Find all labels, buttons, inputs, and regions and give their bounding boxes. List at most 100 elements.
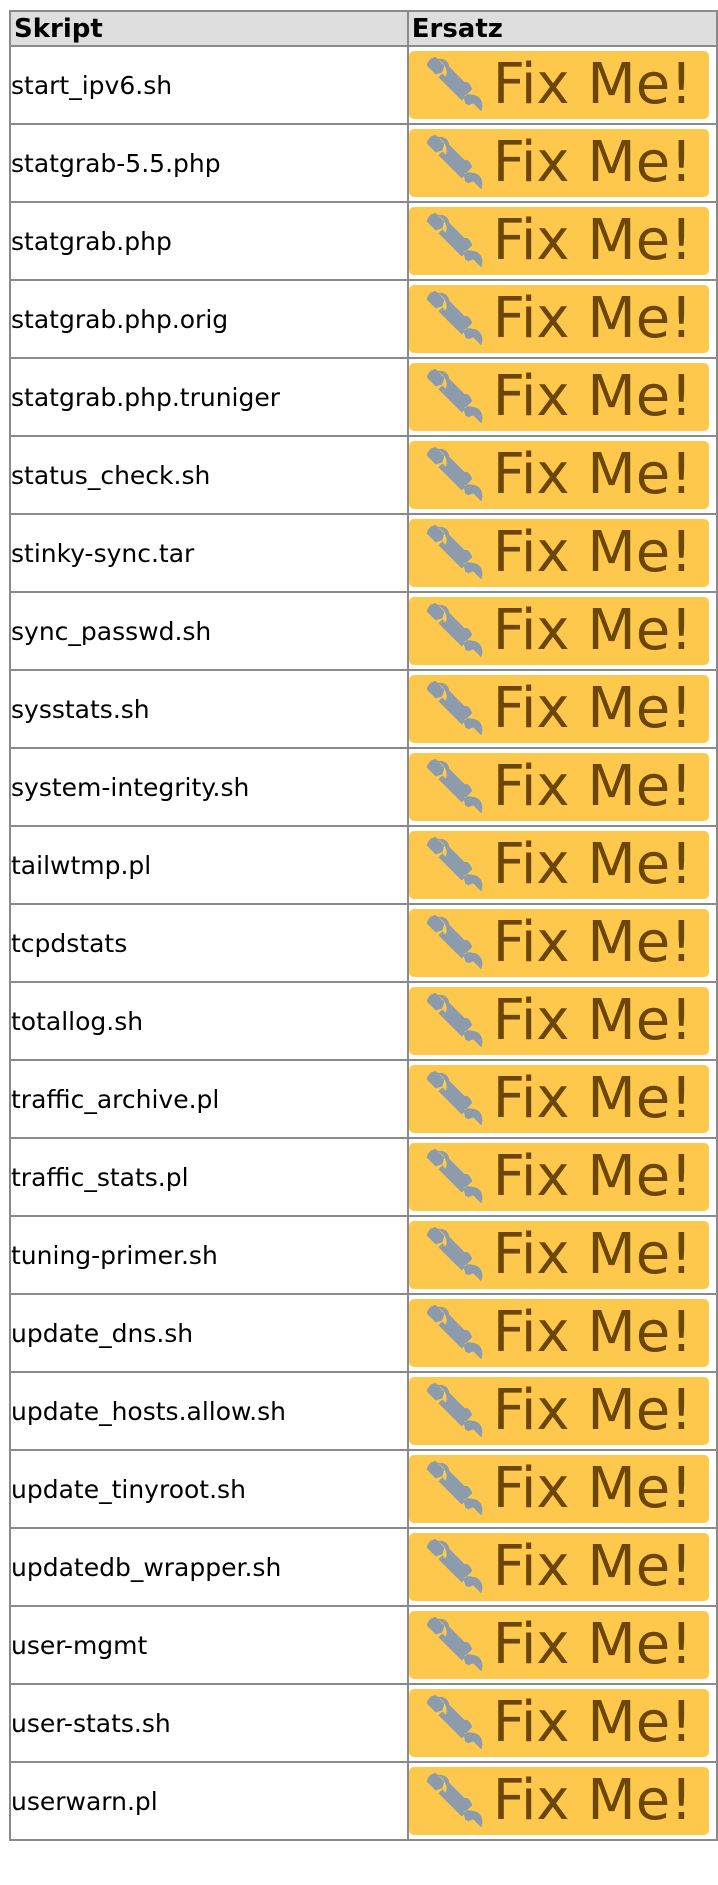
wrench-icon [426,1460,483,1516]
replacement-cell: Fix Me! [406,1371,718,1451]
fixme-label: Fix Me! [492,520,693,585]
fixme-label: Fix Me! [492,676,693,741]
table-row: statgrab.php.orig Fix Me! [9,279,718,359]
fixme-label: Fix Me! [492,1534,693,1599]
replacement-cell: Fix Me! [406,357,718,437]
fixme-label: Fix Me! [492,1066,693,1131]
fixme-label: Fix Me! [492,130,693,195]
fixme-badge: Fix Me! [409,1533,709,1601]
table-row: start_ipv6.sh Fix Me! [9,45,718,125]
script-name: traffic_archive.pl [9,1059,409,1139]
table-row: tcpdstats Fix Me! [9,903,718,983]
table-row: userwarn.pl Fix Me! [9,1761,718,1841]
table-row: sysstats.sh Fix Me! [9,669,718,749]
fixme-badge: Fix Me! [409,363,709,431]
script-name: statgrab-5.5.php [9,123,409,203]
fixme-label: Fix Me! [492,1612,693,1677]
script-name: totallog.sh [9,981,409,1061]
table-row: user-stats.sh Fix Me! [9,1683,718,1763]
wrench-icon [426,446,483,502]
table-row: update_tinyroot.sh Fix Me! [9,1449,718,1529]
fixme-label: Fix Me! [492,286,693,351]
fixme-badge: Fix Me! [409,1767,709,1835]
fixme-label: Fix Me! [492,1690,693,1755]
table-body: start_ipv6.sh Fix Me! statgrab-5.5.php F… [9,45,718,1841]
fixme-label: Fix Me! [492,754,693,819]
wrench-icon [426,992,483,1048]
replacement-cell: Fix Me! [406,1137,718,1217]
wrench-icon [426,368,483,424]
script-name: traffic_stats.pl [9,1137,409,1217]
fixme-label: Fix Me! [492,1378,693,1443]
wrench-icon [426,758,483,814]
replacement-cell: Fix Me! [406,1059,718,1139]
fixme-badge: Fix Me! [409,1143,709,1211]
wrench-icon [426,56,483,112]
replacement-cell: Fix Me! [406,1761,718,1841]
script-name: sysstats.sh [9,669,409,749]
fixme-badge: Fix Me! [409,1455,709,1523]
fixme-badge: Fix Me! [409,519,709,587]
fixme-label: Fix Me! [492,1456,693,1521]
replacement-cell: Fix Me! [406,1527,718,1607]
script-name: tailwtmp.pl [9,825,409,905]
table-row: user-mgmt Fix Me! [9,1605,718,1685]
script-name: updatedb_wrapper.sh [9,1527,409,1607]
table-row: tailwtmp.pl Fix Me! [9,825,718,905]
fixme-label: Fix Me! [492,832,693,897]
header-replacement: Ersatz [406,10,718,47]
wrench-icon [426,290,483,346]
fixme-label: Fix Me! [492,52,693,117]
fixme-badge: Fix Me! [409,1611,709,1679]
script-name: update_tinyroot.sh [9,1449,409,1529]
replacement-cell: Fix Me! [406,669,718,749]
fixme-label: Fix Me! [492,442,693,507]
fixme-badge: Fix Me! [409,909,709,977]
script-name: system-integrity.sh [9,747,409,827]
script-name: tuning-primer.sh [9,1215,409,1295]
table-row: status_check.sh Fix Me! [9,435,718,515]
replacement-cell: Fix Me! [406,1605,718,1685]
fixme-badge: Fix Me! [409,1221,709,1289]
header-script: Skript [9,10,409,47]
fixme-badge: Fix Me! [409,129,709,197]
script-name: user-stats.sh [9,1683,409,1763]
table-header-row: Skript Ersatz [9,10,718,47]
replacement-cell: Fix Me! [406,903,718,983]
wrench-icon [426,1772,483,1828]
wrench-icon [426,1070,483,1126]
wrench-icon [426,1148,483,1204]
table-row: traffic_archive.pl Fix Me! [9,1059,718,1139]
wrench-icon [426,1694,483,1750]
table-row: statgrab-5.5.php Fix Me! [9,123,718,203]
replacement-cell: Fix Me! [406,1683,718,1763]
script-name: statgrab.php.truniger [9,357,409,437]
fixme-badge: Fix Me! [409,441,709,509]
fixme-badge: Fix Me! [409,285,709,353]
wrench-icon [426,680,483,736]
wrench-icon [426,134,483,190]
fixme-badge: Fix Me! [409,831,709,899]
table-row: sync_passwd.sh Fix Me! [9,591,718,671]
wrench-icon [426,1382,483,1438]
wrench-icon [426,602,483,658]
table-row: updatedb_wrapper.sh Fix Me! [9,1527,718,1607]
script-name: userwarn.pl [9,1761,409,1841]
replacement-cell: Fix Me! [406,747,718,827]
fixme-label: Fix Me! [492,1222,693,1287]
fixme-badge: Fix Me! [409,1689,709,1757]
scripts-table: Skript Ersatz start_ipv6.sh Fix Me! stat… [9,10,718,1841]
fixme-badge: Fix Me! [409,51,709,119]
wrench-icon [426,1616,483,1672]
fixme-label: Fix Me! [492,1300,693,1365]
fixme-label: Fix Me! [492,1768,693,1833]
script-name: user-mgmt [9,1605,409,1685]
replacement-cell: Fix Me! [406,513,718,593]
wrench-icon [426,1304,483,1360]
script-name: statgrab.php [9,201,409,281]
replacement-cell: Fix Me! [406,981,718,1061]
fixme-badge: Fix Me! [409,675,709,743]
fixme-badge: Fix Me! [409,207,709,275]
fixme-label: Fix Me! [492,364,693,429]
table-row: update_dns.sh Fix Me! [9,1293,718,1373]
